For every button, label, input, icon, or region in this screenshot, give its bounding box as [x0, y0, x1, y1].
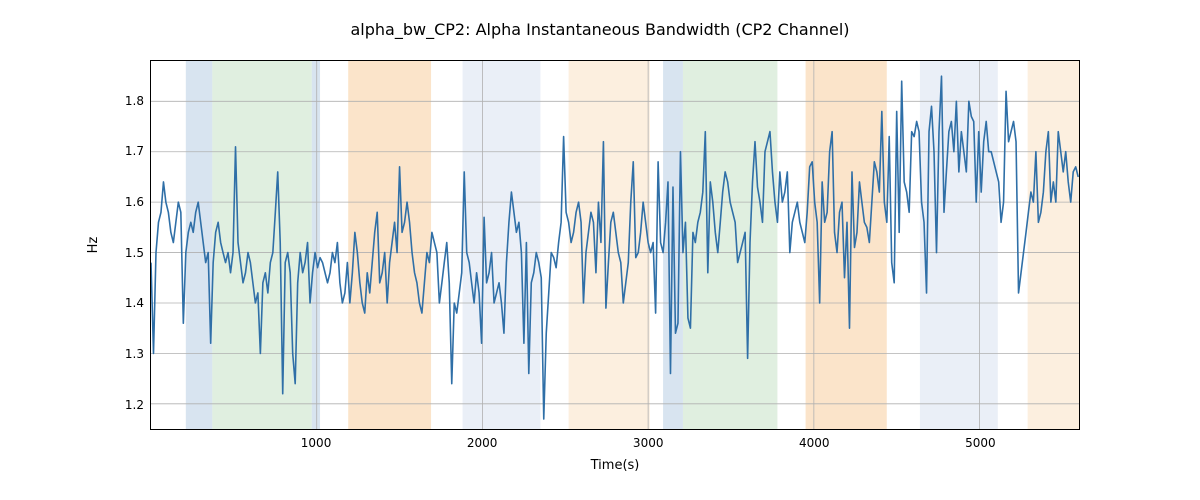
span-region: [186, 61, 213, 429]
y-tick-label: 1.6: [125, 195, 144, 209]
span-region: [663, 61, 683, 429]
x-tick-label: 2000: [467, 436, 498, 450]
y-tick-label: 1.3: [125, 347, 144, 361]
x-axis-label: Time(s): [150, 458, 1080, 473]
plot-svg: [151, 61, 1079, 429]
y-tick-label: 1.8: [125, 94, 144, 108]
chart-title: alpha_bw_CP2: Alpha Instantaneous Bandwi…: [0, 20, 1200, 39]
x-tick-label: 1000: [301, 436, 332, 450]
y-tick-label: 1.2: [125, 398, 144, 412]
x-tick-label: 4000: [799, 436, 830, 450]
plot-area: [150, 60, 1080, 430]
figure: alpha_bw_CP2: Alpha Instantaneous Bandwi…: [0, 0, 1200, 500]
x-tick-label: 5000: [965, 436, 996, 450]
y-tick-label: 1.5: [125, 246, 144, 260]
y-tick-label: 1.4: [125, 296, 144, 310]
span-region: [1028, 61, 1079, 429]
span-region: [348, 61, 431, 429]
y-tick-label: 1.7: [125, 144, 144, 158]
y-axis-label: Hz: [86, 60, 101, 430]
x-tick-label: 3000: [633, 436, 664, 450]
span-region: [683, 61, 777, 429]
span-region: [212, 61, 311, 429]
span-region: [312, 61, 320, 429]
